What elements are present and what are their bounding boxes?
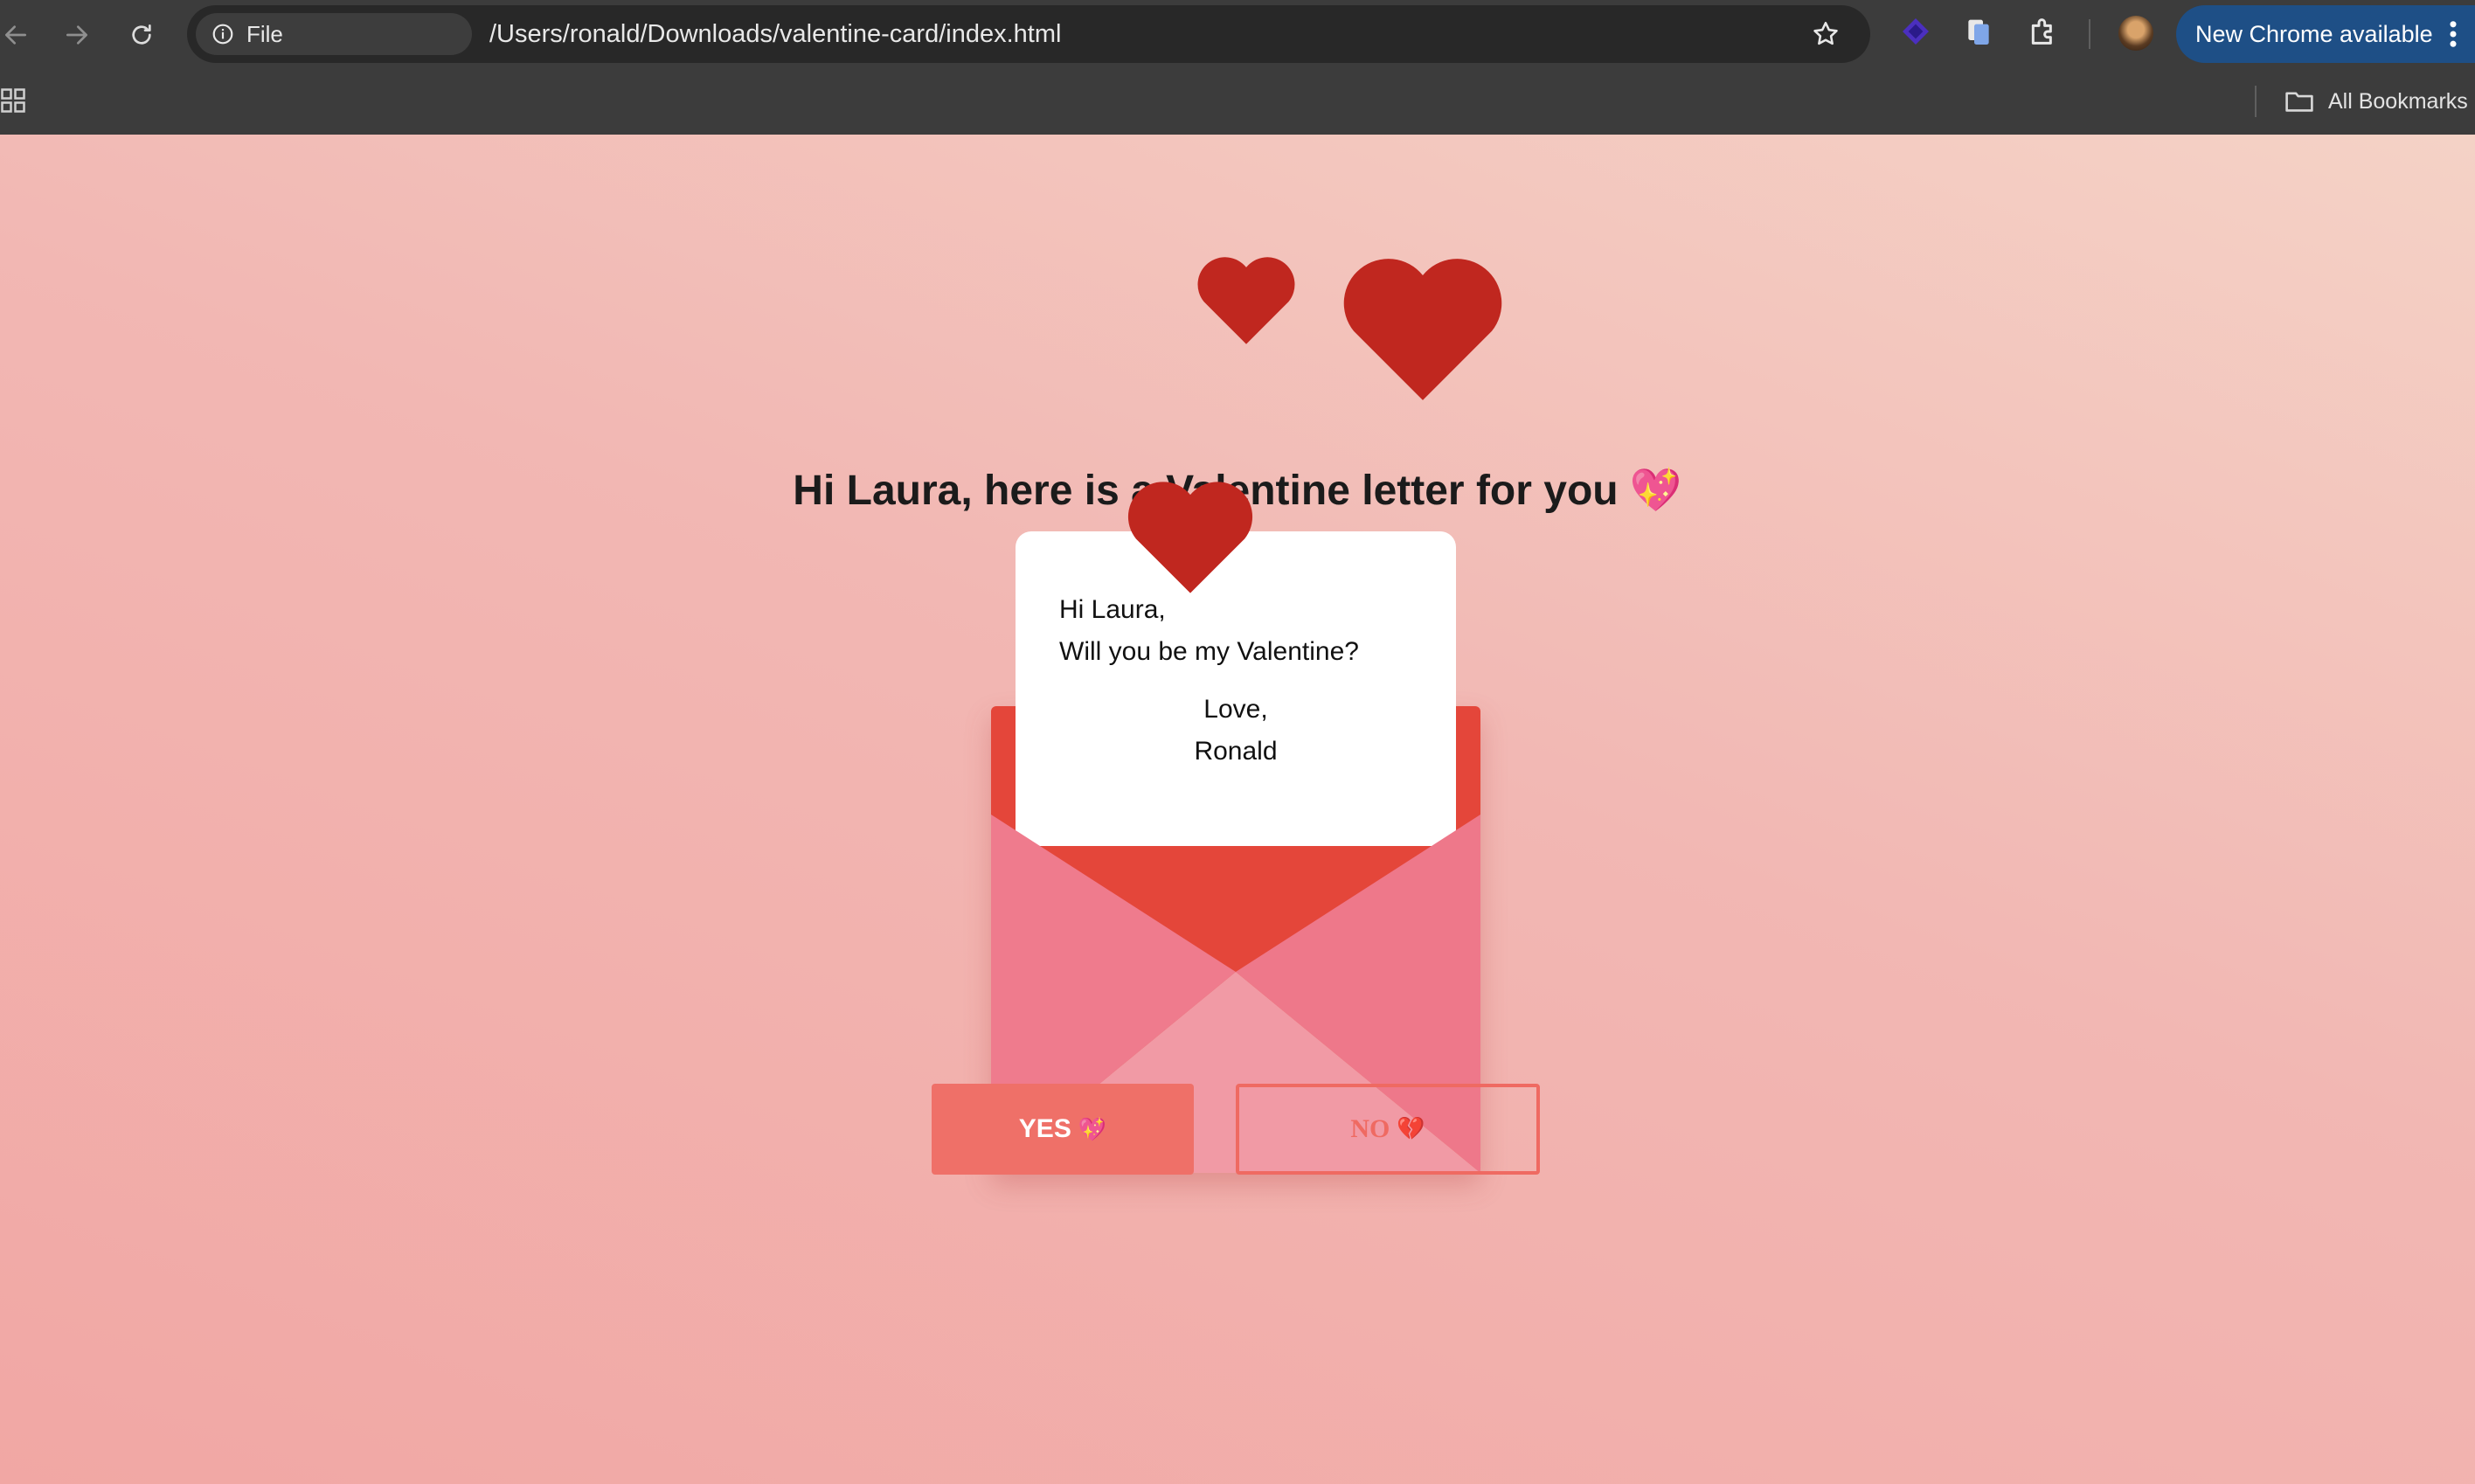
no-button[interactable]: NO 💔	[1236, 1084, 1540, 1175]
puzzle-icon[interactable]	[2026, 14, 2061, 49]
info-icon	[212, 24, 233, 45]
arrow-left-icon	[5, 25, 26, 45]
letter-signature: Ronald	[1194, 737, 1278, 766]
valentine-page: Hi Laura, here is a Valentine letter for…	[0, 135, 2475, 1484]
address-bar[interactable]: File /Users/ronald/Downloads/valentine-c…	[187, 5, 1870, 63]
heart-icon	[1341, 255, 1505, 404]
site-info-chip[interactable]: File	[196, 13, 472, 55]
sparkling-heart-icon: 💖	[1078, 1115, 1107, 1142]
back-button[interactable]	[0, 16, 35, 54]
site-chip-label: File	[246, 21, 283, 47]
grid-icon[interactable]	[0, 87, 26, 114]
arrow-right-icon	[66, 25, 87, 45]
reload-icon	[132, 24, 151, 45]
update-chrome-label: New Chrome available	[2195, 21, 2433, 47]
letter-signoff: Love,	[1203, 695, 1268, 724]
forward-button[interactable]	[58, 16, 96, 54]
update-chrome-button[interactable]: New Chrome available	[2176, 5, 2475, 63]
reload-button[interactable]	[122, 16, 161, 54]
url-text[interactable]: /Users/ronald/Downloads/valentine-card/i…	[489, 20, 1061, 48]
layers-icon[interactable]	[1898, 14, 1933, 49]
no-button-label: NO	[1350, 1114, 1390, 1143]
bookmarks-bar	[0, 68, 2475, 135]
letter-greeting: Hi Laura,	[1059, 595, 1166, 624]
star-icon[interactable]	[1811, 19, 1841, 49]
document-icon[interactable]	[1961, 14, 1996, 49]
yes-button-label: YES	[1018, 1114, 1071, 1143]
yes-button[interactable]: YES 💖	[932, 1084, 1194, 1175]
broken-heart-icon: 💔	[1397, 1116, 1425, 1141]
toolbar-divider	[2089, 19, 2090, 49]
bookmarks-divider	[2255, 86, 2257, 117]
folder-icon[interactable]	[2284, 89, 2314, 114]
profile-avatar[interactable]	[2118, 16, 2153, 51]
browser-toolbar: File /Users/ronald/Downloads/valentine-c…	[0, 0, 2475, 68]
letter-question: Will you be my Valentine?	[1059, 637, 1359, 666]
heart-icon	[1126, 479, 1255, 596]
heart-icon	[1196, 255, 1297, 346]
all-bookmarks-link[interactable]: All Bookmarks	[2328, 89, 2468, 114]
vertical-dots-icon[interactable]	[2449, 20, 2458, 48]
